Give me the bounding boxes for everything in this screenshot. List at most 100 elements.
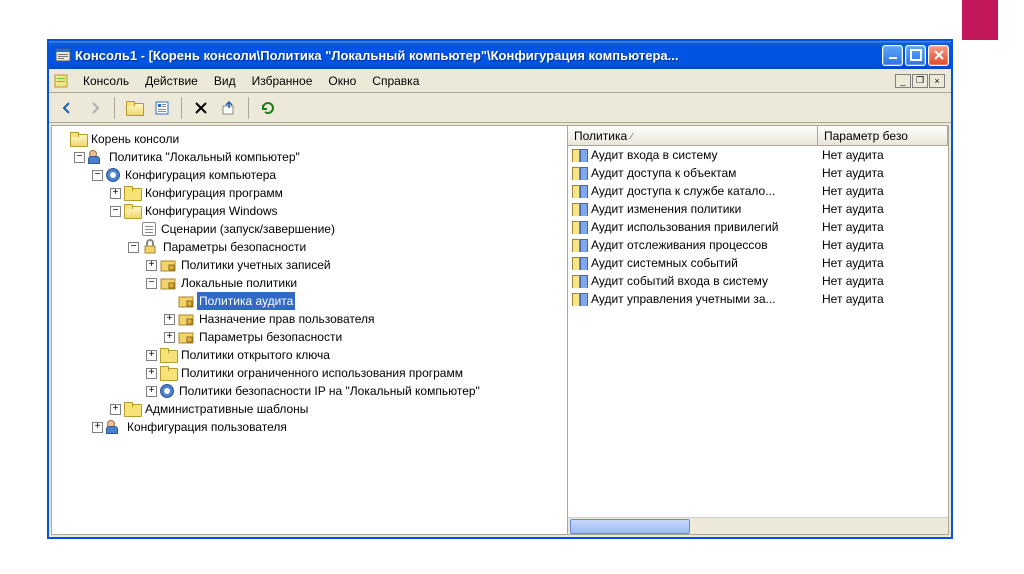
tree-prog-config[interactable]: + Конфигурация программ [110,184,563,202]
tree-audit-policy[interactable]: Политика аудита [164,292,563,310]
expand-icon[interactable]: + [92,422,103,433]
tree-sec-params[interactable]: − Параметры безопасности [128,238,563,256]
export-button[interactable] [217,96,241,120]
properties-button[interactable] [150,96,174,120]
folder-icon [124,186,140,200]
tree-acct-policies[interactable]: + Политики учетных записей [146,256,563,274]
horizontal-scrollbar[interactable] [568,517,948,534]
tree-pane[interactable]: Корень консоли − Политика "Локальный ком… [52,126,568,534]
list-row[interactable]: Аудит входа в системуНет аудита [568,146,948,164]
list-body[interactable]: Аудит входа в системуНет аудитаАудит дос… [568,146,948,517]
column-param[interactable]: Параметр безо [818,126,948,145]
mdi-restore-button[interactable]: ❐ [912,74,928,88]
expand-icon[interactable]: + [110,404,121,415]
sort-indicator-icon: ∕ [631,131,633,141]
expand-icon[interactable]: + [164,314,175,325]
tree-rights-assign[interactable]: + Назначение прав пользователя [164,310,563,328]
up-button[interactable] [122,96,146,120]
audit-item-icon [572,148,588,162]
forward-button[interactable] [83,96,107,120]
list-header: Политика ∕ Параметр безо [568,126,948,146]
minimize-button[interactable] [882,45,903,66]
mdi-minimize-button[interactable]: _ [895,74,911,88]
collapse-icon[interactable]: − [128,242,139,253]
folder-open-icon [124,204,140,218]
maximize-button[interactable] [905,45,926,66]
expander-none [56,134,67,145]
policy-name: Аудит использования привилегий [591,220,778,234]
tree-scenarios[interactable]: Сценарии (запуск/завершение) [128,220,563,238]
audit-item-icon [572,220,588,234]
policy-name: Аудит доступа к объектам [591,166,736,180]
tree-policy[interactable]: − Политика "Локальный компьютер" [74,148,563,166]
tree-local-policies[interactable]: − Локальные политики [146,274,563,292]
menu-favorites[interactable]: Избранное [244,71,321,91]
expand-icon[interactable]: + [146,368,157,379]
menubar: Консоль Действие Вид Избранное Окно Спра… [49,69,951,93]
audit-item-icon [572,238,588,252]
separator [181,97,182,119]
policy-name: Аудит изменения политики [591,202,741,216]
mdi-close-button[interactable]: × [929,74,945,88]
expand-icon[interactable]: + [110,188,121,199]
collapse-icon[interactable]: − [146,278,157,289]
mmc-window: Консоль1 - [Корень консоли\Политика "Лок… [48,40,952,538]
menu-help[interactable]: Справка [364,71,427,91]
tree-root[interactable]: Корень консоли [56,130,563,148]
tree-win-config[interactable]: − Конфигурация Windows [110,202,563,220]
tree-pubkey[interactable]: + Политики открытого ключа [146,346,563,364]
back-button[interactable] [55,96,79,120]
ipsec-icon [160,384,174,398]
list-row[interactable]: Аудит доступа к объектамНет аудита [568,164,948,182]
folder-icon [124,402,140,416]
menu-console[interactable]: Консоль [75,71,137,91]
audit-item-icon [572,292,588,306]
window-controls [882,45,949,66]
policy-name: Аудит событий входа в систему [591,274,768,288]
tree-sec-options[interactable]: + Параметры безопасности [164,328,563,346]
tree-user-config[interactable]: + Конфигурация пользователя [92,418,563,436]
list-row[interactable]: Аудит управления учетными за... Нет аудит… [568,290,948,308]
menu-action[interactable]: Действие [137,71,206,91]
refresh-button[interactable] [256,96,280,120]
expand-icon[interactable]: + [164,332,175,343]
tree-admin-templates[interactable]: + Административные шаблоны [110,400,563,418]
scrollbar-thumb[interactable] [570,519,690,534]
policy-icon [88,150,104,164]
expand-icon[interactable]: + [146,350,157,361]
expand-icon[interactable]: + [146,386,157,397]
collapse-icon[interactable]: − [110,206,121,217]
gear-icon [106,168,120,182]
audit-item-icon [572,256,588,270]
lock-folder-icon [178,329,194,345]
policy-param: Нет аудита [822,292,944,306]
expand-icon[interactable]: + [146,260,157,271]
titlebar[interactable]: Консоль1 - [Корень консоли\Политика "Лок… [49,41,951,69]
tree-restricted-sw[interactable]: + Политики ограниченного использования п… [146,364,563,382]
tree-comp-config[interactable]: − Конфигурация компьютера [92,166,563,184]
menu-view[interactable]: Вид [206,71,244,91]
collapse-icon[interactable]: − [92,170,103,181]
delete-button[interactable] [189,96,213,120]
column-policy[interactable]: Политика ∕ [568,126,818,145]
menu-window[interactable]: Окно [320,71,364,91]
audit-item-icon [572,202,588,216]
list-row[interactable]: Аудит системных событийНет аудита [568,254,948,272]
security-icon [142,239,158,255]
list-row[interactable]: Аудит отслеживания процессовНет аудита [568,236,948,254]
audit-item-icon [572,274,588,288]
list-row[interactable]: Аудит доступа к службе катало... Нет ауди… [568,182,948,200]
policy-name: Аудит управления учетными за... [591,292,776,306]
audit-item-icon [572,166,588,180]
list-row[interactable]: Аудит событий входа в системуНет аудита [568,272,948,290]
list-row[interactable]: Аудит изменения политики Нет аудита [568,200,948,218]
policy-param: Нет аудита [822,184,944,198]
policy-param: Нет аудита [822,202,944,216]
policy-name: Аудит доступа к службе катало... [591,184,775,198]
decoration-bar [962,0,998,40]
list-row[interactable]: Аудит использования привилегийНет аудита [568,218,948,236]
tree-ipsec[interactable]: + Политики безопасности IP на "Локальный… [146,382,563,400]
collapse-icon[interactable]: − [74,152,85,163]
folder-icon [160,348,176,362]
close-button[interactable] [928,45,949,66]
